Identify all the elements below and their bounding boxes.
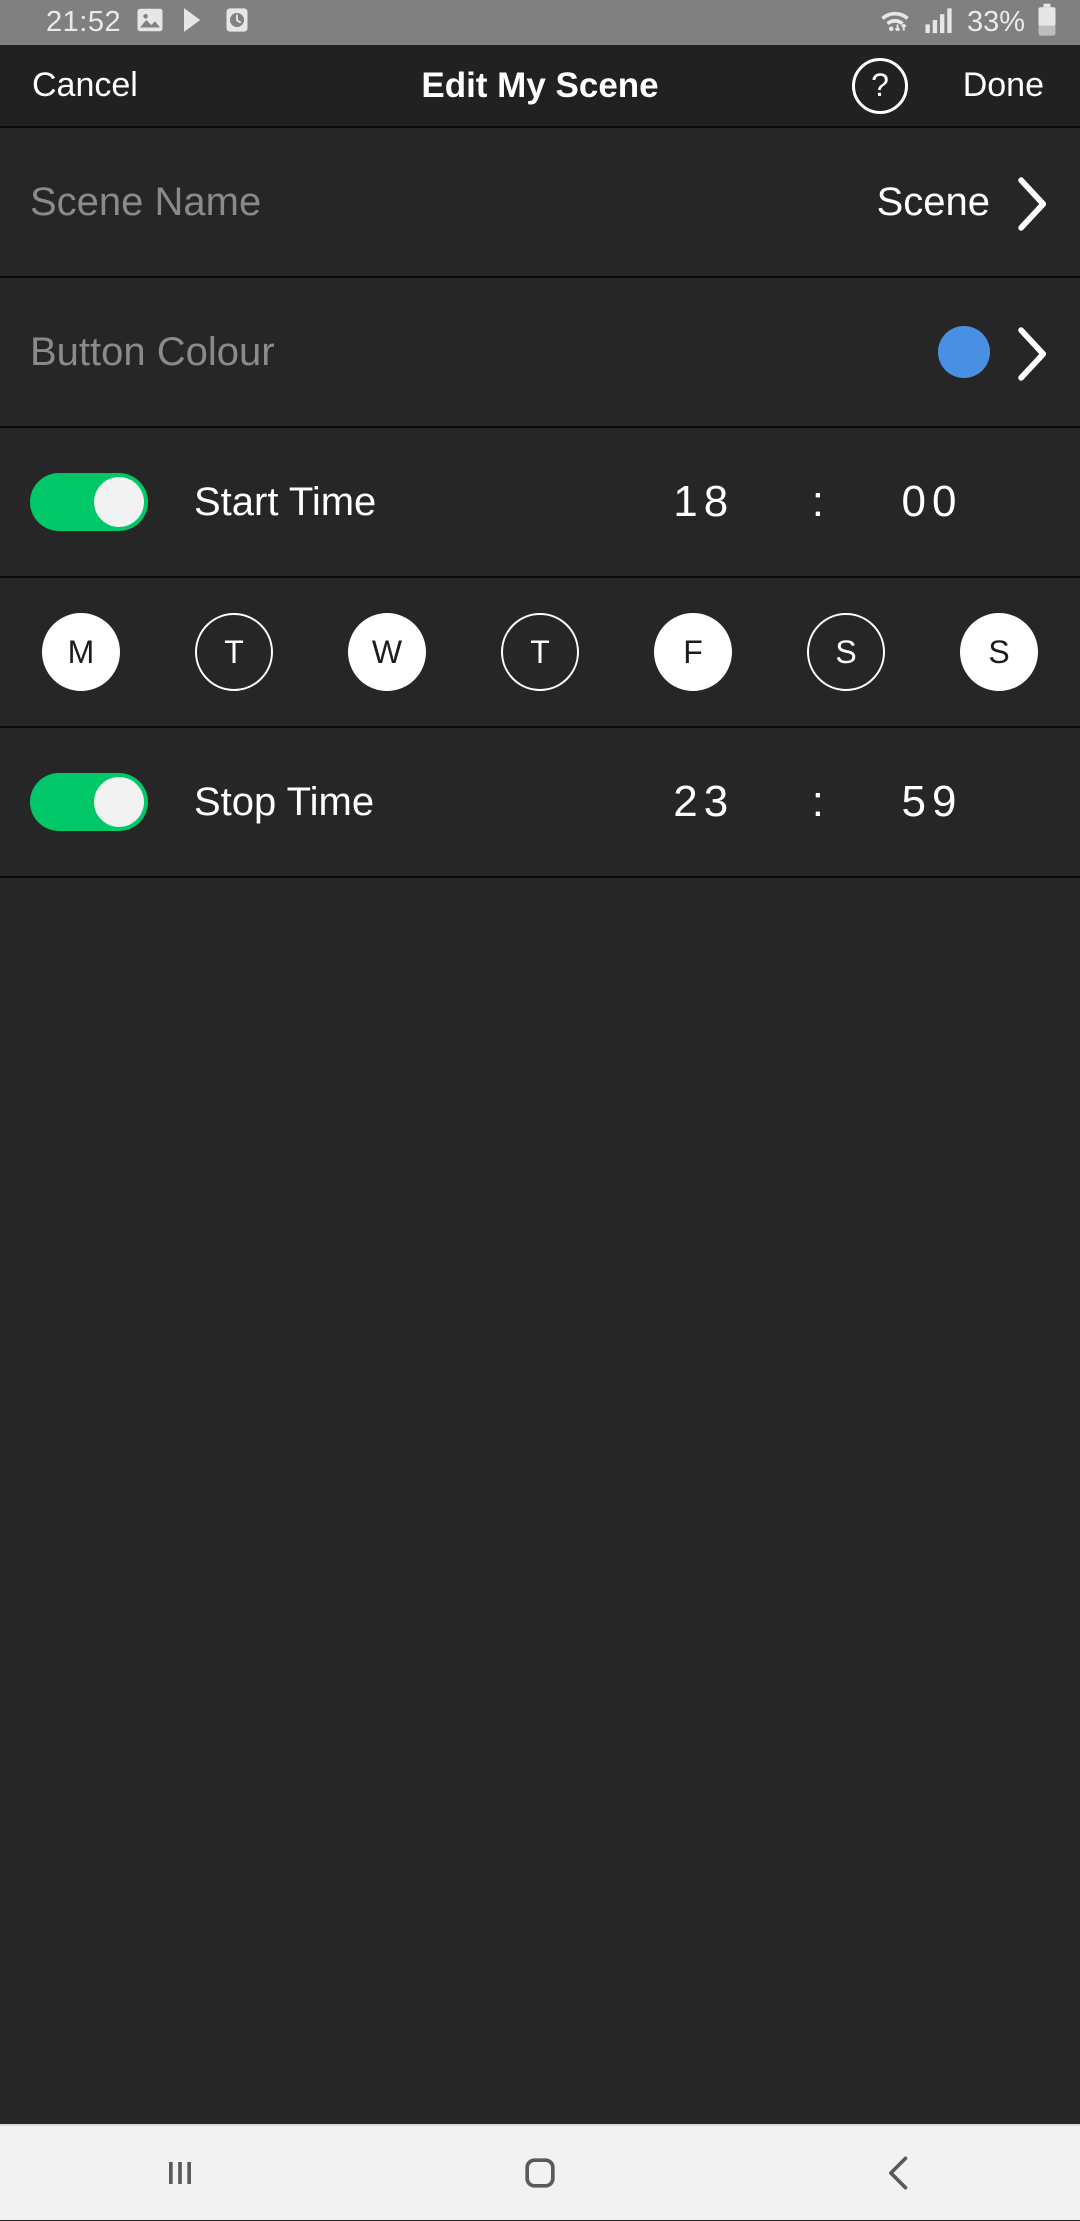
weekday-circle-0[interactable]: M bbox=[42, 613, 120, 691]
chevron-right-icon[interactable] bbox=[1016, 325, 1050, 379]
clock-icon bbox=[223, 6, 251, 39]
done-button[interactable]: Done bbox=[963, 66, 1044, 105]
back-icon[interactable] bbox=[820, 2125, 980, 2221]
weekday-circle-4[interactable]: F bbox=[654, 613, 732, 691]
weekday-label: T bbox=[224, 634, 244, 671]
scene-name-value: Scene bbox=[877, 180, 990, 225]
scene-name-right: Scene bbox=[877, 175, 1050, 229]
battery-icon bbox=[1036, 3, 1058, 42]
battery-percent-label: 33% bbox=[967, 6, 1025, 39]
button-colour-label: Button Colour bbox=[30, 330, 275, 375]
weekday-label: S bbox=[988, 634, 1009, 671]
weekday-label: T bbox=[530, 634, 550, 671]
stop-time-row: Stop Time 23 : 59 bbox=[0, 728, 1080, 878]
weekday-label: W bbox=[372, 634, 402, 671]
empty-content-area bbox=[0, 878, 1080, 2124]
home-icon[interactable] bbox=[460, 2125, 620, 2221]
start-time-toggle[interactable] bbox=[30, 473, 148, 531]
weekday-circle-5[interactable]: S bbox=[807, 613, 885, 691]
weekday-circle-1[interactable]: T bbox=[195, 613, 273, 691]
start-time-row: Start Time 18 : 00 bbox=[0, 428, 1080, 578]
scene-name-row[interactable]: Scene Name Scene bbox=[0, 128, 1080, 278]
play-store-icon bbox=[179, 5, 209, 40]
stop-time-toggle[interactable] bbox=[30, 773, 148, 831]
status-bar-right: 33% bbox=[877, 3, 1058, 42]
weekday-selector-row: MTWTFSS bbox=[0, 578, 1080, 728]
gallery-icon bbox=[135, 5, 165, 40]
stop-time-separator: : bbox=[764, 777, 872, 827]
help-icon[interactable]: ? bbox=[852, 58, 908, 114]
stop-time-minutes[interactable]: 59 bbox=[872, 777, 992, 827]
start-time-minutes[interactable]: 00 bbox=[872, 477, 992, 527]
start-time-hours[interactable]: 18 bbox=[644, 477, 764, 527]
wifi-icon bbox=[877, 5, 913, 40]
scene-name-label: Scene Name bbox=[30, 180, 261, 225]
start-time-separator: : bbox=[764, 477, 872, 527]
start-time-display[interactable]: 18 : 00 bbox=[644, 477, 1050, 527]
weekday-circle-6[interactable]: S bbox=[960, 613, 1038, 691]
status-bar-clock: 21:52 bbox=[46, 6, 121, 39]
weekday-label: S bbox=[835, 634, 856, 671]
button-colour-row[interactable]: Button Colour bbox=[0, 278, 1080, 428]
toggle-knob bbox=[94, 477, 144, 527]
button-colour-right bbox=[938, 325, 1050, 379]
weekday-circle-2[interactable]: W bbox=[348, 613, 426, 691]
status-bar-left: 21:52 bbox=[46, 5, 251, 40]
system-nav-bar bbox=[0, 2124, 1080, 2220]
cancel-button[interactable]: Cancel bbox=[32, 66, 138, 105]
recents-icon[interactable] bbox=[100, 2125, 260, 2221]
cellular-signal-icon bbox=[924, 6, 956, 39]
stop-time-hours[interactable]: 23 bbox=[644, 777, 764, 827]
weekday-list: MTWTFSS bbox=[30, 613, 1050, 691]
colour-swatch[interactable] bbox=[938, 326, 990, 378]
toggle-knob bbox=[94, 777, 144, 827]
stop-time-display[interactable]: 23 : 59 bbox=[644, 777, 1050, 827]
weekday-label: F bbox=[683, 634, 703, 671]
status-bar: 21:52 33% bbox=[0, 0, 1080, 45]
app-header: Cancel Edit My Scene ? Done bbox=[0, 45, 1080, 128]
start-time-label: Start Time bbox=[194, 480, 376, 525]
app-page: Cancel Edit My Scene ? Done Scene Name S… bbox=[0, 45, 1080, 2124]
weekday-label: M bbox=[68, 634, 95, 671]
chevron-right-icon[interactable] bbox=[1016, 175, 1050, 229]
weekday-circle-3[interactable]: T bbox=[501, 613, 579, 691]
page-title: Edit My Scene bbox=[0, 66, 1080, 106]
stop-time-label: Stop Time bbox=[194, 780, 374, 825]
